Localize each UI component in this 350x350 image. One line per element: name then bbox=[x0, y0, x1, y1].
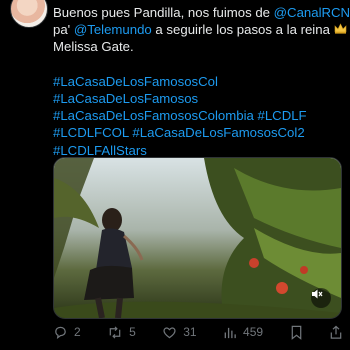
tweet-text-segment: Buenos pues Pandilla, nos fuimos de bbox=[53, 5, 274, 20]
tweet-text-segment: pa' bbox=[53, 22, 74, 38]
tweet-line-2: pa' @Telemundo a seguirle los pasos a la… bbox=[53, 21, 347, 38]
hashtag-line-2[interactable]: #LaCasaDeLosFamosos bbox=[53, 90, 343, 107]
view-count: 459 bbox=[243, 325, 264, 339]
tweet-text-segment: a seguirle los pasos a la reina bbox=[151, 22, 330, 38]
tweet-text-segment: Melissa Gate. bbox=[53, 39, 134, 55]
share-icon bbox=[330, 325, 342, 339]
views-chart-icon bbox=[224, 327, 236, 338]
like-count: 31 bbox=[183, 325, 197, 339]
retweet-count: 5 bbox=[129, 325, 136, 339]
hashtag-line-3[interactable]: #LaCasaDeLosFamososColombia #LCDLF bbox=[53, 107, 343, 124]
speaker-muted-icon[interactable] bbox=[311, 288, 331, 308]
crown-emoji-icon bbox=[334, 21, 348, 38]
reply-count: 2 bbox=[74, 325, 81, 339]
heart-icon bbox=[163, 326, 176, 338]
hashtag-line-1[interactable]: #LaCasaDeLosFamososCol bbox=[53, 73, 343, 90]
bookmark-icon bbox=[291, 325, 301, 340]
tweet-line-3: Melissa Gate. bbox=[53, 38, 343, 55]
like-button[interactable]: 31 bbox=[162, 325, 197, 340]
tweet-text: Buenos pues Pandilla, nos fuimos de @Can… bbox=[53, 4, 350, 159]
share-button[interactable] bbox=[329, 325, 343, 340]
mention-telemundo[interactable]: @Telemundo bbox=[74, 22, 152, 37]
video-player[interactable] bbox=[53, 157, 342, 319]
reply-button[interactable]: 2 bbox=[53, 325, 81, 340]
views-button[interactable]: 459 bbox=[223, 325, 263, 340]
retweet-button[interactable]: 5 bbox=[107, 325, 136, 340]
hashtag-line-4[interactable]: #LCDLFCOL #LaCasaDeLosFamososCol2 bbox=[53, 124, 343, 141]
video-frame bbox=[54, 158, 341, 318]
retweet-icon bbox=[109, 325, 121, 339]
mention-canalrcn[interactable]: @CanalRCN bbox=[274, 5, 350, 20]
author-avatar[interactable] bbox=[10, 0, 48, 28]
bookmark-button[interactable] bbox=[290, 325, 303, 340]
tweet-line-1: Buenos pues Pandilla, nos fuimos de @Can… bbox=[53, 4, 350, 21]
reply-icon bbox=[55, 326, 66, 339]
tweet-actions: 2 5 31 459 bbox=[53, 322, 343, 342]
